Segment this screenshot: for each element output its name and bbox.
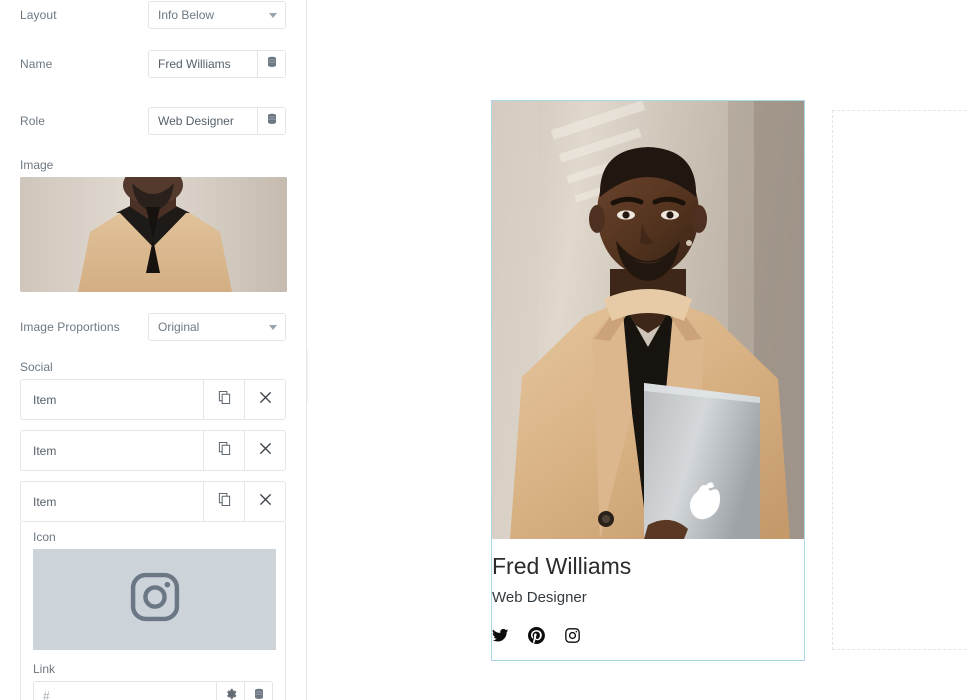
link-options-button[interactable] (216, 682, 244, 700)
remove-item-button[interactable] (244, 380, 285, 419)
social-item-1[interactable]: Item (20, 379, 286, 420)
duplicate-icon (218, 390, 231, 409)
name-label: Name (20, 57, 53, 71)
duplicate-item-button[interactable] (203, 431, 244, 470)
link-control-label: Link (33, 662, 56, 676)
close-icon (259, 493, 272, 511)
icon-control-label: Icon (33, 530, 56, 544)
layout-select[interactable]: Info Below (148, 1, 286, 29)
editor-window: Layout Info Below Name Fred Williams Rol… (0, 0, 969, 700)
remove-item-button[interactable] (244, 482, 285, 521)
duplicate-icon (218, 441, 231, 460)
image-proportions-select[interactable]: Original (148, 313, 286, 341)
name-row: Name Fred Williams (20, 43, 286, 85)
social-item-editor: Icon Link # (20, 522, 286, 700)
instagram-icon[interactable] (564, 627, 581, 649)
member-name: Fred Williams (492, 553, 632, 579)
layout-select-value: Info Below (158, 8, 215, 22)
social-item-label: Item (33, 392, 57, 407)
social-item-2[interactable]: Item (20, 430, 286, 471)
role-label: Role (20, 114, 46, 128)
twitter-icon[interactable] (492, 627, 509, 649)
database-icon (253, 687, 265, 700)
remove-item-button[interactable] (244, 431, 285, 470)
instagram-icon (127, 569, 183, 630)
database-icon (266, 55, 278, 73)
image-thumbnail-graphic (20, 177, 287, 292)
role-dynamic-tag-button[interactable] (257, 108, 285, 134)
chevron-down-icon (269, 325, 277, 330)
name-dynamic-tag-button[interactable] (257, 51, 285, 77)
link-input[interactable]: # (34, 682, 216, 700)
link-dynamic-tag-button[interactable] (244, 682, 272, 700)
role-row: Role Web Designer (20, 100, 286, 142)
social-item-label: Item (33, 494, 57, 509)
role-input[interactable]: Web Designer (149, 108, 257, 134)
image-thumbnail[interactable] (20, 177, 287, 292)
close-icon (259, 442, 272, 460)
name-input[interactable]: Fred Williams (149, 51, 257, 77)
gear-icon (225, 687, 237, 700)
icon-picker[interactable] (33, 549, 276, 650)
member-role: Web Designer (492, 588, 587, 606)
preview-canvas: Fred Williams Web Designer (308, 0, 969, 700)
image-proportions-row: Image Proportions Original (20, 306, 286, 348)
social-item-label: Item (33, 443, 57, 458)
database-icon (266, 112, 278, 130)
duplicate-item-button[interactable] (203, 380, 244, 419)
image-label: Image (20, 158, 54, 172)
layout-row: Layout Info Below (20, 1, 286, 29)
social-label: Social (20, 360, 53, 374)
name-field[interactable]: Fred Williams (148, 50, 286, 78)
team-member-card[interactable]: Fred Williams Web Designer (491, 100, 805, 661)
empty-column-placeholder[interactable] (832, 110, 969, 650)
member-photo[interactable] (492, 101, 804, 539)
chevron-down-icon (269, 13, 277, 18)
role-field[interactable]: Web Designer (148, 107, 286, 135)
settings-panel: Layout Info Below Name Fred Williams Rol… (0, 0, 307, 700)
duplicate-icon (218, 492, 231, 511)
close-icon (259, 391, 272, 409)
member-photo-graphic (492, 101, 804, 539)
image-proportions-value: Original (158, 320, 200, 334)
image-proportions-label: Image Proportions (20, 320, 120, 334)
member-info: Fred Williams Web Designer (492, 539, 804, 649)
link-field[interactable]: # (33, 681, 273, 700)
pinterest-icon[interactable] (528, 626, 545, 649)
duplicate-item-button[interactable] (203, 482, 244, 521)
social-item-3[interactable]: Item (20, 481, 286, 522)
member-social-links (492, 607, 804, 649)
layout-label: Layout (20, 8, 57, 22)
